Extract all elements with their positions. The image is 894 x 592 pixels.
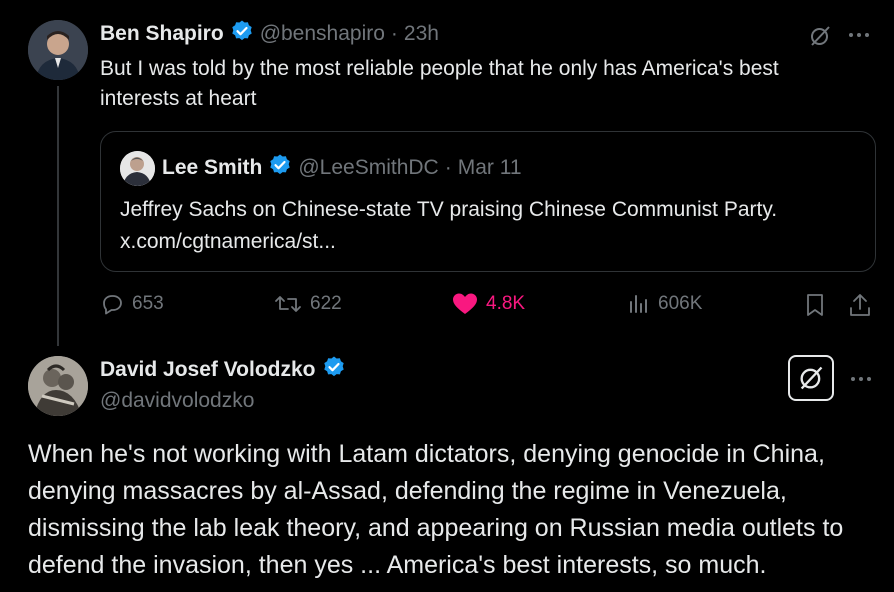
avatar-david-volodzko[interactable] [28, 356, 88, 416]
views-icon [630, 295, 647, 313]
tweet2-text: When he's not working with Latam dictato… [28, 440, 844, 579]
reply-icon [103, 295, 122, 315]
heart-filled-icon [453, 293, 477, 314]
tweet-time[interactable]: 23h [404, 22, 439, 46]
verified-badge-icon [230, 19, 254, 49]
tweet1-text: But I was told by the most reliable peop… [100, 57, 779, 110]
separator-dot: · [390, 22, 398, 45]
avatar-ben-shapiro[interactable] [28, 20, 88, 80]
quote-date: Mar 11 [457, 156, 522, 179]
repost-count: 622 [310, 293, 342, 314]
tweet2-header: David Josef Volodzko [100, 356, 346, 384]
avatar-lee-smith [120, 151, 155, 186]
avatar-image [28, 356, 88, 416]
more-icon[interactable] [850, 376, 872, 382]
reply-count: 653 [132, 293, 164, 314]
quote-text: Jeffrey Sachs on Chinese-state TV praisi… [120, 194, 860, 258]
tweet1-header: Ben Shapiro @benshapiro · 23h [100, 20, 439, 48]
quote-author-handle: @LeeSmithDC [298, 156, 439, 179]
verified-badge-icon [268, 153, 292, 183]
reply-button[interactable]: 653 [100, 292, 164, 316]
author-name[interactable]: Ben Shapiro [100, 22, 224, 46]
author-name[interactable]: David Josef Volodzko [100, 358, 316, 382]
repost-button[interactable]: 622 [274, 292, 342, 316]
grok-button[interactable] [788, 355, 834, 401]
author-handle[interactable]: @davidvolodzko [100, 387, 254, 415]
quote-link[interactable]: x.com/cgtnamerica/st... [120, 226, 860, 258]
views-button[interactable]: 606K [628, 292, 702, 316]
verified-badge-icon [322, 355, 346, 385]
grok-icon [800, 366, 823, 390]
thread-line [57, 86, 59, 346]
quote-body: Jeffrey Sachs on Chinese-state TV praisi… [120, 198, 778, 221]
quote-author-name: Lee Smith [162, 156, 263, 179]
repost-icon [275, 296, 301, 312]
avatar-image [28, 20, 88, 80]
grok-icon[interactable] [808, 24, 832, 48]
share-icon[interactable] [848, 292, 872, 318]
quote-header: Lee Smith @LeeSmithDC · Mar 11 [162, 154, 522, 182]
more-icon[interactable] [848, 32, 870, 38]
separator-dot: · [444, 156, 452, 179]
bookmark-icon[interactable] [804, 292, 826, 318]
author-handle[interactable]: @benshapiro [260, 22, 385, 46]
views-count: 606K [658, 293, 703, 314]
like-button[interactable]: 4.8K [452, 292, 525, 316]
like-count: 4.8K [486, 293, 526, 314]
